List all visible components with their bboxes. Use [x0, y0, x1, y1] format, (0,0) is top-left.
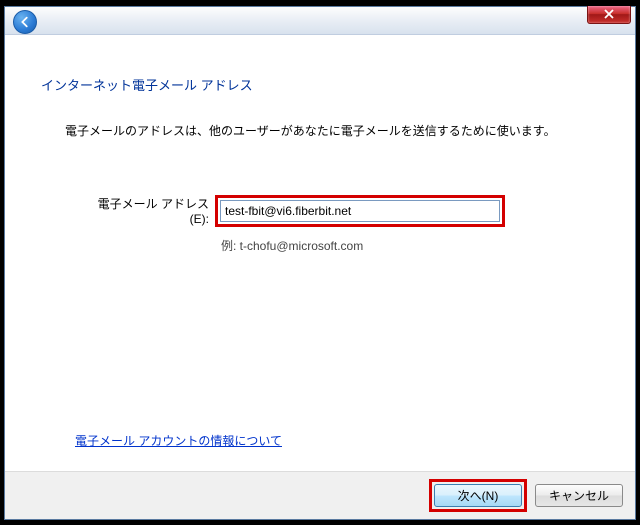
next-button[interactable]: 次へ(N): [434, 484, 522, 507]
email-row: 電子メール アドレス(E):: [81, 195, 603, 227]
email-input[interactable]: [220, 200, 500, 222]
email-label: 電子メール アドレス(E):: [81, 195, 215, 226]
next-button-highlight: 次へ(N): [429, 479, 527, 512]
close-button[interactable]: [587, 6, 631, 24]
back-button[interactable]: [13, 10, 37, 34]
dialog-window: インターネット電子メール アドレス 電子メールのアドレスは、他のユーザーがあなた…: [4, 6, 636, 520]
example-row: 例: t-chofu@microsoft.com: [81, 237, 603, 254]
page-title: インターネット電子メール アドレス: [41, 75, 603, 94]
description-text: 電子メールのアドレスは、他のユーザーがあなたに電子メールを送信するために使います…: [65, 122, 603, 139]
close-icon: [604, 9, 614, 19]
account-info-link[interactable]: 電子メール アカウントの情報について: [75, 432, 282, 449]
footer: 次へ(N) キャンセル: [5, 471, 635, 519]
email-highlight: [215, 195, 505, 227]
example-text: 例: t-chofu@microsoft.com: [215, 237, 363, 254]
back-arrow-icon: [18, 15, 32, 29]
cancel-button[interactable]: キャンセル: [535, 484, 623, 507]
titlebar: [5, 7, 635, 35]
content-area: インターネット電子メール アドレス 電子メールのアドレスは、他のユーザーがあなた…: [5, 35, 635, 471]
